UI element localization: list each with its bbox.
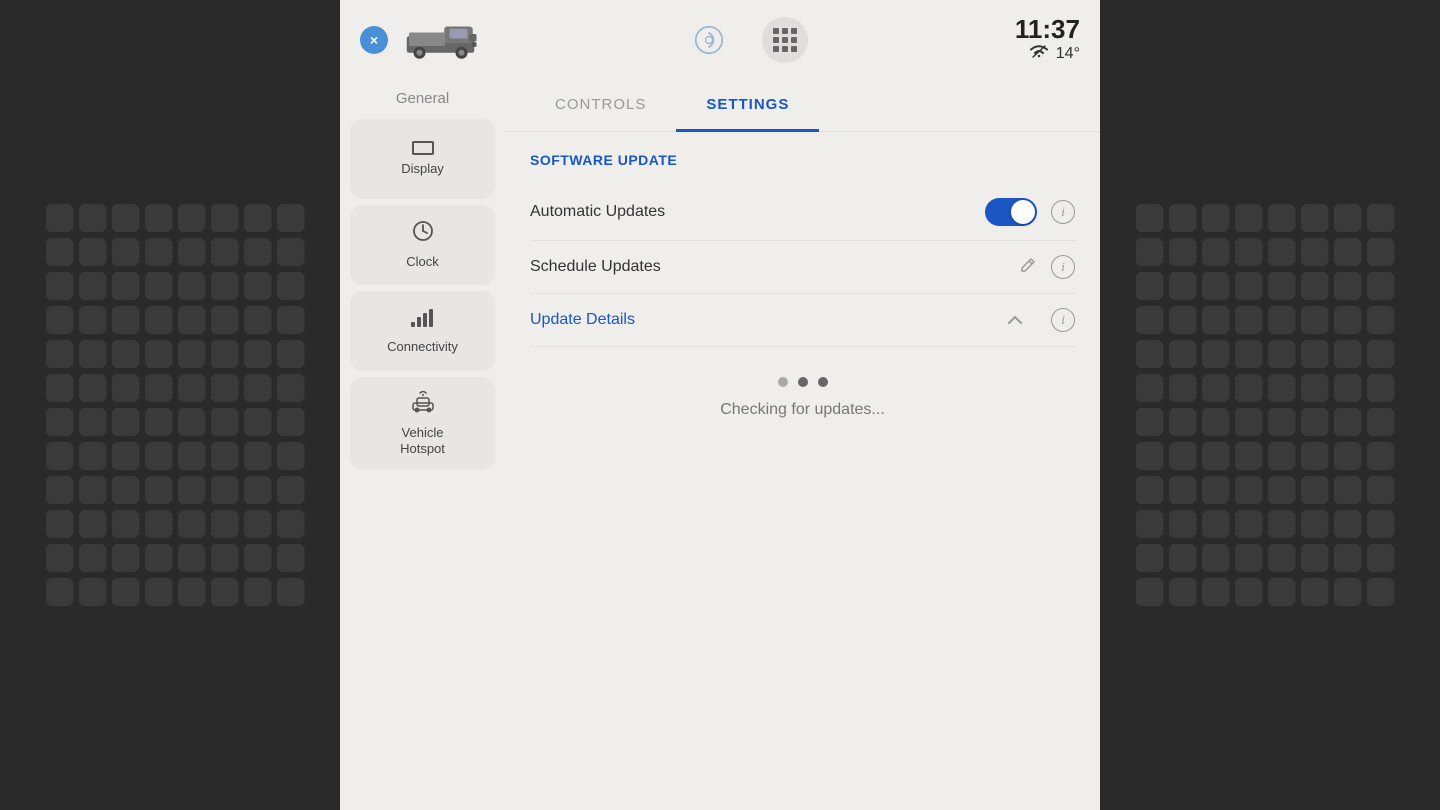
wifi-icon (1028, 44, 1050, 65)
checking-section: Checking for updates... (530, 347, 1075, 449)
tab-controls[interactable]: CONTROLS (525, 80, 676, 132)
sidebar-general-label: General (350, 80, 495, 113)
update-details-actions: i (1007, 308, 1075, 332)
schedule-updates-info-button[interactable]: i (1051, 255, 1075, 279)
connectivity-icon (410, 307, 436, 333)
schedule-updates-actions: i (1019, 255, 1075, 279)
automatic-updates-info-button[interactable]: i (1051, 200, 1075, 224)
top-bar: × (340, 0, 1100, 80)
right-panel: CONTROLS SETTINGS SOFTWARE UPDATE Automa… (505, 80, 1100, 810)
top-bar-right: 11:37 14° (1015, 16, 1080, 65)
update-details-info-button[interactable]: i (1051, 308, 1075, 332)
sidebar-item-clock-label: Clock (406, 254, 439, 270)
sidebar-item-hotspot[interactable]: VehicleHotspot (350, 377, 495, 470)
automatic-updates-label: Automatic Updates (530, 203, 985, 221)
dot-1 (778, 377, 788, 387)
alexa-icon (694, 25, 724, 55)
sidebar-item-connectivity[interactable]: Connectivity (350, 291, 495, 371)
vehicle-icon (400, 12, 480, 68)
automatic-updates-toggle[interactable] (985, 198, 1037, 226)
checking-text: Checking for updates... (720, 401, 885, 419)
sidebar-item-connectivity-label: Connectivity (387, 339, 458, 355)
app-grid-button[interactable] (762, 17, 808, 63)
schedule-updates-label: Schedule Updates (530, 258, 1019, 276)
setting-update-details[interactable]: Update Details i (530, 294, 1075, 347)
right-vent-panel (1090, 0, 1440, 810)
setting-schedule-updates: Schedule Updates i (530, 241, 1075, 294)
toggle-thumb (1011, 200, 1035, 224)
sidebar-item-display-label: Display (401, 161, 444, 177)
sidebar-item-display[interactable]: Display (350, 119, 495, 199)
clock-icon (412, 220, 434, 248)
sidebar: General Display Clock (340, 80, 505, 810)
clock-display: 11:37 (1015, 16, 1080, 42)
sidebar-item-clock[interactable]: Clock (350, 205, 495, 285)
display-icon (412, 141, 434, 155)
infotainment-screen: × (340, 0, 1100, 810)
update-details-label: Update Details (530, 311, 1007, 329)
tab-settings[interactable]: SETTINGS (676, 80, 819, 132)
tab-bar: CONTROLS SETTINGS (505, 80, 1100, 132)
main-content: General Display Clock (340, 80, 1100, 810)
section-title: SOFTWARE UPDATE (530, 152, 1075, 168)
alexa-button[interactable] (686, 17, 732, 63)
dot-3 (818, 377, 828, 387)
edit-icon[interactable] (1019, 256, 1037, 279)
grid-icon (773, 28, 797, 52)
temperature-display: 14° (1056, 45, 1080, 63)
settings-panel: SOFTWARE UPDATE Automatic Updates i Sche… (505, 132, 1100, 810)
hotspot-icon (409, 391, 437, 419)
close-button[interactable]: × (360, 26, 388, 54)
setting-automatic-updates: Automatic Updates i (530, 184, 1075, 241)
chevron-up-icon (1007, 312, 1023, 328)
sidebar-item-hotspot-label: VehicleHotspot (400, 425, 445, 456)
dot-2 (798, 377, 808, 387)
automatic-updates-actions: i (985, 198, 1075, 226)
loading-dots (778, 377, 828, 387)
left-vent-panel (0, 0, 350, 810)
top-bar-center (686, 17, 808, 63)
status-row: 14° (1015, 44, 1080, 65)
top-bar-left: × (360, 12, 480, 68)
